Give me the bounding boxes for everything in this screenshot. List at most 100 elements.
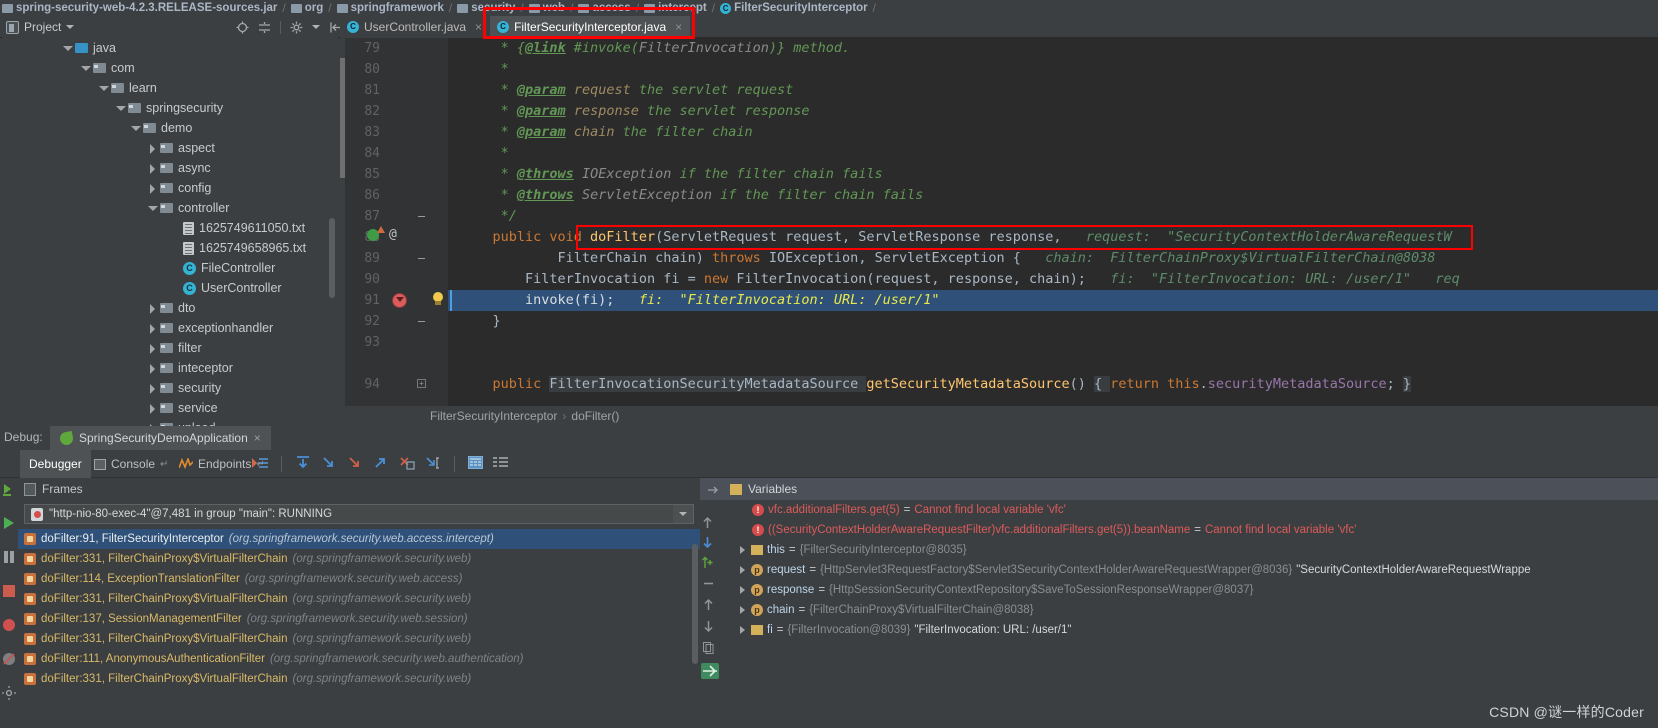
frame-row[interactable]: doFilter:331, FilterChainProxy$VirtualFi… xyxy=(18,549,700,569)
breadcrumb-security[interactable]: security xyxy=(457,2,515,14)
breadcrumb-org[interactable]: org xyxy=(290,2,323,14)
tab-debugger[interactable]: Debugger xyxy=(20,450,91,478)
tree-item-demo[interactable]: demo xyxy=(0,118,338,138)
tree-item-learn[interactable]: learn xyxy=(0,78,338,98)
tree-item-exceptionhandler[interactable]: exceptionhandler xyxy=(0,318,338,338)
editor-breadcrumb[interactable]: FilterSecurityInterceptor › doFilter() xyxy=(340,406,1658,426)
run-to-cursor-icon[interactable] xyxy=(425,456,441,473)
add-watch-icon[interactable] xyxy=(702,556,714,572)
breakpoint-icon[interactable] xyxy=(392,293,407,308)
chevron-down-icon[interactable] xyxy=(62,43,73,54)
breadcrumb-jar[interactable]: spring-security-web-4.2.3.RELEASE-source… xyxy=(2,2,277,14)
layout-settings-icon[interactable] xyxy=(493,456,508,472)
chevron-right-icon[interactable] xyxy=(738,545,747,555)
chevron-down-icon[interactable] xyxy=(80,63,91,74)
breadcrumb-method-label[interactable]: doFilter() xyxy=(571,409,619,423)
tree-item-service[interactable]: service xyxy=(0,398,338,418)
chevron-right-icon[interactable] xyxy=(147,383,158,394)
chevron-right-icon[interactable] xyxy=(147,163,158,174)
tree-item-springsecurity[interactable]: springsecurity xyxy=(0,98,338,118)
frame-row[interactable]: doFilter:331, FilterChainProxy$VirtualFi… xyxy=(18,669,700,689)
chevron-right-icon[interactable] xyxy=(147,143,158,154)
code-editor[interactable]: 79 80 81 82 83 84 85 86 87 88 89 90 91 9… xyxy=(340,38,1658,406)
tree-item-config[interactable]: config xyxy=(0,178,338,198)
frame-row[interactable]: doFilter:331, FilterChainProxy$VirtualFi… xyxy=(18,589,700,609)
fold-marker[interactable] xyxy=(417,212,426,221)
chevron-down-icon[interactable] xyxy=(66,25,75,29)
step-into-icon[interactable] xyxy=(321,456,337,473)
frame-row[interactable]: doFilter:331, FilterChainProxy$VirtualFi… xyxy=(18,629,700,649)
close-icon[interactable]: × xyxy=(675,20,682,34)
navigation-breadcrumb-bar[interactable]: spring-security-web-4.2.3.RELEASE-source… xyxy=(0,0,1658,16)
drop-frame-icon[interactable] xyxy=(399,456,415,473)
chevron-down-icon[interactable] xyxy=(147,203,158,214)
locate-icon[interactable] xyxy=(236,21,249,34)
breadcrumb-class[interactable]: C FilterSecurityInterceptor xyxy=(720,2,868,14)
variable-row[interactable]: p request = {HttpServlet3RequestFactory$… xyxy=(726,560,1658,580)
variables-list[interactable]: ! vfc.additionalFilters.get(5) = Cannot … xyxy=(726,500,1658,728)
evaluate-expression-icon[interactable] xyxy=(468,456,483,472)
chevron-right-icon[interactable] xyxy=(147,343,158,354)
step-over-icon[interactable] xyxy=(295,455,311,473)
chevron-right-icon[interactable] xyxy=(738,565,747,575)
remove-watch-icon[interactable] xyxy=(703,578,714,592)
chevron-down-icon[interactable] xyxy=(673,505,693,523)
show-execution-point-icon[interactable] xyxy=(252,456,268,473)
tree-item-usercontroller[interactable]: C UserController xyxy=(0,278,338,298)
frame-row[interactable]: doFilter:114, ExceptionTranslationFilter… xyxy=(18,569,700,589)
resume-program-icon[interactable] xyxy=(2,516,16,530)
chevron-down-icon[interactable] xyxy=(130,123,141,134)
fold-marker[interactable] xyxy=(417,254,426,263)
chevron-right-icon[interactable] xyxy=(738,625,747,635)
tree-item-controller[interactable]: controller xyxy=(0,198,338,218)
tree-item-txt-2[interactable]: 1625749658965.txt xyxy=(0,238,338,258)
editor-tab-usercontroller[interactable]: C UserController.java × xyxy=(340,16,491,38)
chevron-right-icon[interactable] xyxy=(147,303,158,314)
frames-scrollbar[interactable] xyxy=(692,544,698,664)
view-breakpoints-icon[interactable] xyxy=(2,618,16,632)
gear-chevron-icon[interactable] xyxy=(312,25,320,29)
frame-row[interactable]: doFilter:137, SessionManagementFilter (o… xyxy=(18,609,700,629)
editor-tab-strip[interactable]: C UserController.java × C FilterSecurity… xyxy=(340,16,691,38)
variable-row[interactable]: this = {FilterSecurityInterceptor@8035} xyxy=(726,540,1658,560)
breadcrumb-web[interactable]: web xyxy=(528,2,565,14)
fold-marker[interactable] xyxy=(417,317,426,326)
sort-up-icon[interactable] xyxy=(702,516,713,532)
restore-layout-icon[interactable] xyxy=(708,484,720,498)
chevron-right-icon[interactable] xyxy=(738,585,747,595)
editor-gutter[interactable]: 79 80 81 82 83 84 85 86 87 88 89 90 91 9… xyxy=(340,38,448,406)
frame-row[interactable]: doFilter:91, FilterSecurityInterceptor (… xyxy=(18,529,700,549)
variable-row[interactable]: ! vfc.additionalFilters.get(5) = Cannot … xyxy=(726,500,1658,520)
tree-item-filter[interactable]: filter xyxy=(0,338,338,358)
chevron-right-icon[interactable] xyxy=(147,323,158,334)
editor-tab-filtersecurityinterceptor[interactable]: C FilterSecurityInterceptor.java × xyxy=(490,16,691,38)
tree-item-async[interactable]: async xyxy=(0,158,338,178)
code-text[interactable]: * {@link #invoke(FilterInvocation)} meth… xyxy=(448,38,1658,406)
frames-panel[interactable]: Frames "http-nio-80-exec-4"@7,481 in gro… xyxy=(18,478,700,728)
tree-item-aspect[interactable]: aspect xyxy=(0,138,338,158)
chevron-down-icon[interactable] xyxy=(98,83,109,94)
tree-item-filecontroller[interactable]: C FileController xyxy=(0,258,338,278)
tree-item-security[interactable]: security xyxy=(0,378,338,398)
move-up-icon[interactable] xyxy=(703,598,714,614)
breadcrumb-access[interactable]: access xyxy=(578,2,631,14)
variable-row[interactable]: p response = {HttpSessionSecurityContext… xyxy=(726,580,1658,600)
tree-item-com[interactable]: com xyxy=(0,58,338,78)
tree-item-dto[interactable]: dto xyxy=(0,298,338,318)
frames-list[interactable]: doFilter:91, FilterSecurityInterceptor (… xyxy=(18,529,700,689)
settings-gear-icon[interactable] xyxy=(290,21,303,34)
step-out-icon[interactable] xyxy=(373,456,389,473)
breadcrumb-springframework[interactable]: springframework xyxy=(336,2,444,14)
stop-icon[interactable] xyxy=(2,584,16,598)
collapse-all-icon[interactable] xyxy=(258,21,271,34)
project-tree[interactable]: java com learn springsecurity demo aspec… xyxy=(0,38,338,432)
tree-item-txt-1[interactable]: 1625749611050.txt xyxy=(0,218,338,238)
pin-icon[interactable]: ↵ xyxy=(160,459,168,470)
force-step-into-icon[interactable] xyxy=(347,456,363,473)
sort-down-icon[interactable] xyxy=(702,536,713,552)
rerun-icon[interactable] xyxy=(2,482,16,496)
chevron-down-icon[interactable] xyxy=(115,103,126,114)
variable-row[interactable]: p chain = {FilterChainProxy$VirtualFilte… xyxy=(726,600,1658,620)
tree-item-inteceptor[interactable]: inteceptor xyxy=(0,358,338,378)
chevron-right-icon[interactable] xyxy=(147,183,158,194)
